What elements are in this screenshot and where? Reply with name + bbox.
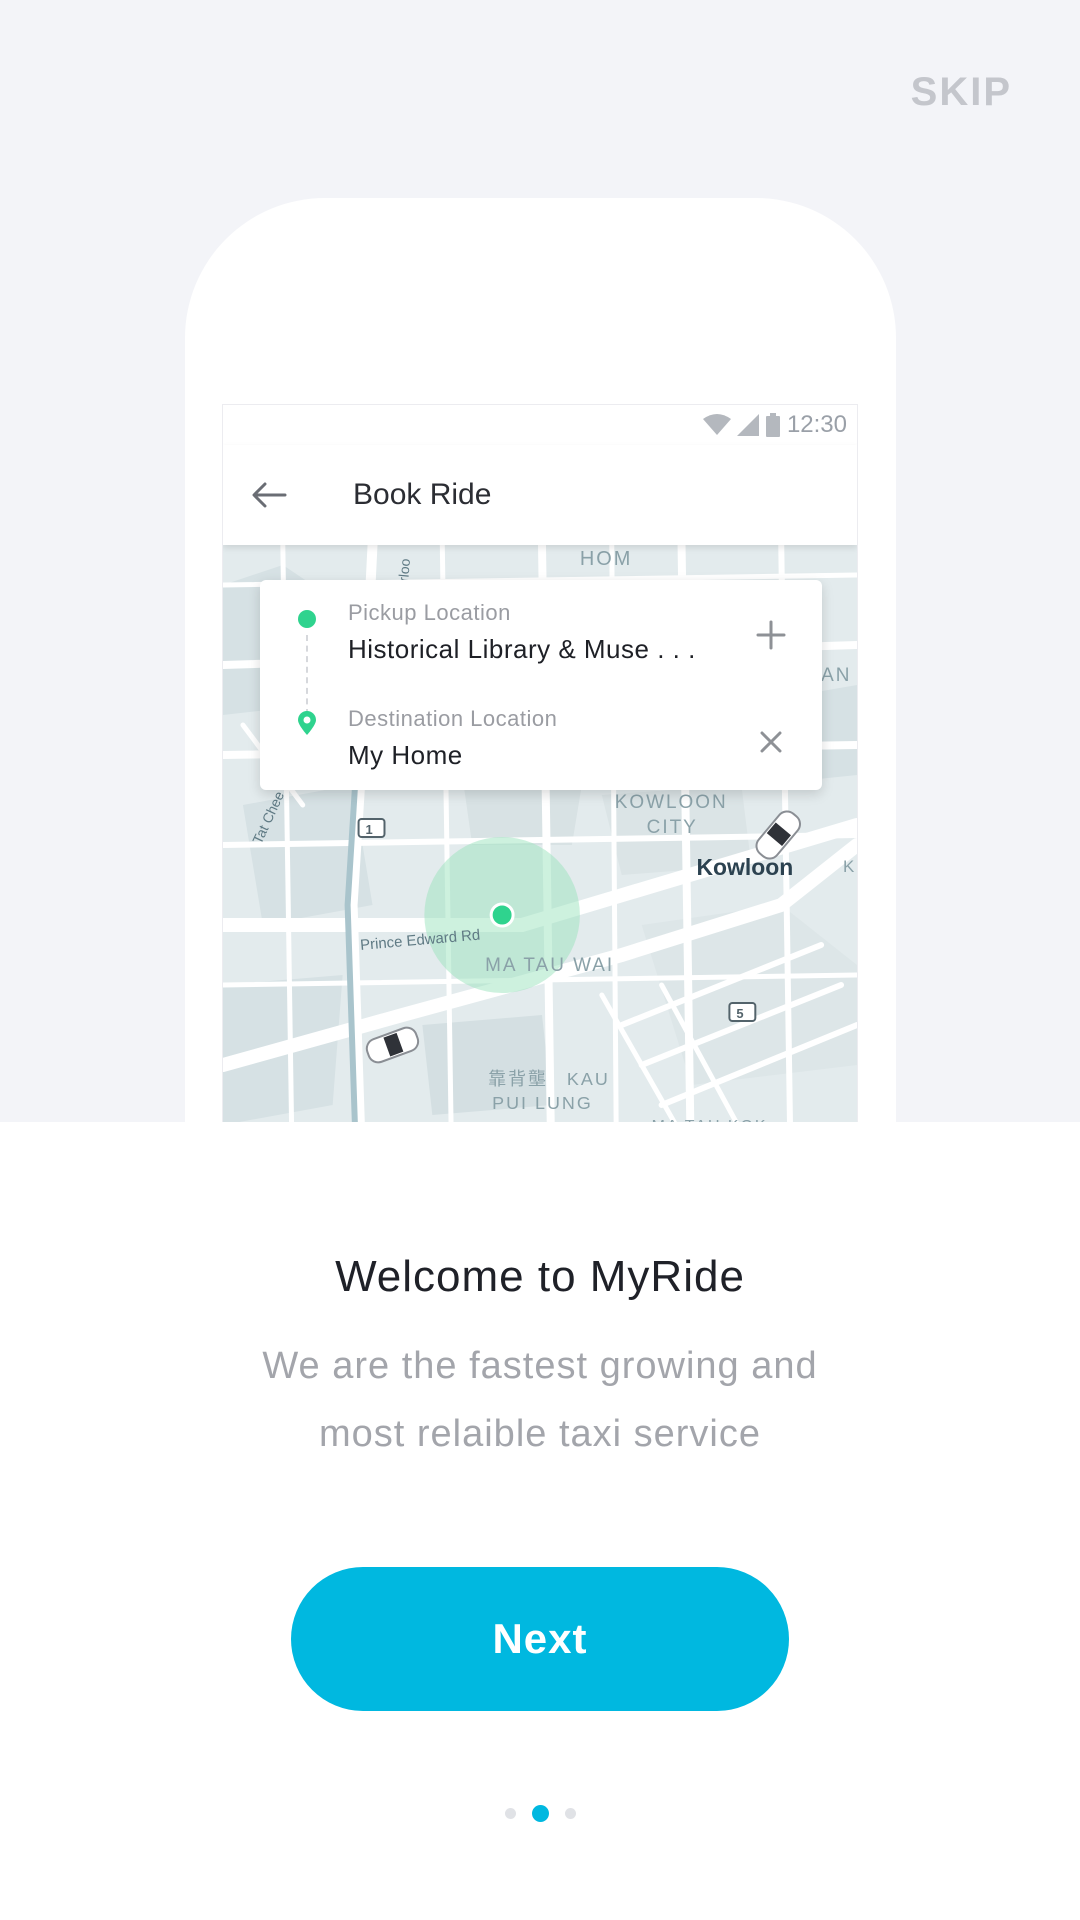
map-label-hom: HOM [580,548,632,570]
welcome-title: Welcome to MyRide [335,1252,745,1301]
route-shield-1: 1 [366,822,373,837]
welcome-subtitle: We are the fastest growing and most rela… [190,1332,890,1468]
subtitle-line-2: most relaible taxi service [318,1413,762,1455]
map-label-pui-lung: PUI LUNG [492,1093,593,1113]
destination-pin-icon [296,710,318,736]
app-bar: Book Ride [223,445,857,545]
destination-field[interactable]: My Home [348,740,463,771]
pickup-label: Pickup Location [348,600,511,625]
appbar-title: Book Ride [353,478,492,511]
battery-icon [765,413,781,437]
map-label-kowloon-city-2: CITY [647,817,698,838]
clear-destination-icon[interactable] [754,725,788,759]
location-card: Pickup Location Historical Library & Mus… [260,580,822,790]
add-stop-icon[interactable] [754,618,788,652]
back-arrow-icon[interactable] [251,475,301,515]
phone-mockup: 12:30 Book Ride HOM KOWLOON CITY MA TAU … [185,198,896,1204]
wifi-icon [702,414,731,436]
route-connector [306,635,308,715]
signal-icon [736,414,759,436]
onboarding-panel: Welcome to MyRide We are the fastest gro… [0,1122,1080,1920]
map-label-kau: KAU [567,1069,610,1089]
map-label-kau-pui-lung-cn: 靠背壟 [488,1069,548,1089]
pickup-field[interactable]: Historical Library & Muse . . . [348,634,696,665]
map-label-kowloon-city-1: KOWLOON [615,792,728,813]
page-dot-1[interactable] [504,1808,516,1819]
status-time: 12:30 [786,411,847,438]
destination-label: Destination Location [348,706,558,731]
page-indicator [0,1805,1080,1822]
phone-screen: 12:30 Book Ride HOM KOWLOON CITY MA TAU … [222,404,858,1204]
next-button[interactable]: Next [291,1567,789,1711]
subtitle-line-1: We are the fastest growing and [262,1345,818,1387]
page-dot-3[interactable] [564,1808,576,1819]
pickup-dot-icon [298,610,316,628]
map-label-an: AN [821,665,851,686]
map-label-ma-tau-wai: MA TAU WAI [485,955,614,976]
map-label-k: K [843,857,855,876]
status-bar: 12:30 [223,405,857,445]
map-label-kowloon: Kowloon [697,854,794,880]
page-dot-2-active[interactable] [531,1805,549,1822]
skip-button[interactable]: SKIP [911,70,1012,115]
route-shield-5: 5 [736,1006,743,1021]
